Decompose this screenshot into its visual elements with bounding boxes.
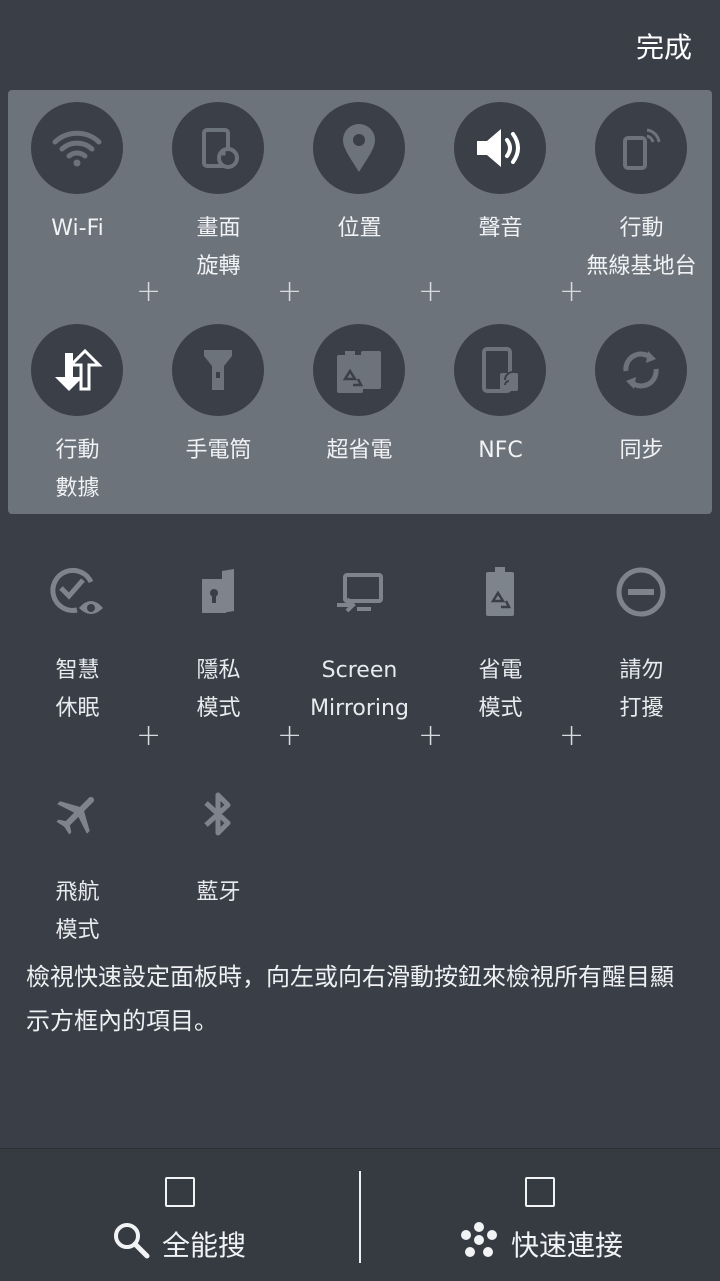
flashlight-icon (172, 324, 264, 416)
plus-icon: + (559, 718, 585, 753)
quick-connect-checkbox[interactable] (525, 1177, 555, 1207)
done-button[interactable]: 完成 (636, 26, 692, 66)
tile-label: Wi-Fi (51, 216, 104, 241)
s-finder-checkbox[interactable] (165, 1177, 195, 1207)
quick-connect-label: 快速連接 (511, 1228, 624, 1262)
volume-icon (454, 102, 546, 194)
tile-label: 行動 數據 (55, 438, 100, 501)
sync-icon (595, 324, 687, 416)
plus-icon: + (277, 274, 303, 309)
plus-icon: + (277, 718, 303, 753)
tile-label: 省電 模式 (478, 658, 523, 721)
power-saving-icon (454, 546, 546, 638)
s-finder-toggle[interactable]: 全能搜 (0, 1149, 359, 1281)
tile-label: 位置 (337, 216, 382, 241)
tile-label: 超省電 (326, 438, 393, 463)
tile-label: 飛航 模式 (55, 880, 100, 943)
plus-icon: + (418, 718, 444, 753)
plus-icon: + (418, 274, 444, 309)
bottom-bar: 全能搜 快速連接 (0, 1148, 720, 1281)
s-finder-label-group: 全能搜 (112, 1221, 246, 1266)
location-icon (313, 102, 405, 194)
mobile-data-icon (31, 324, 123, 416)
tile-label: 聲音 (478, 216, 523, 241)
tile-label: 智慧 休眠 (55, 658, 100, 721)
tile-label: 畫面 旋轉 (196, 216, 241, 279)
tile-label: 手電筒 (185, 438, 252, 463)
s-finder-label: 全能搜 (162, 1228, 247, 1262)
nfc-icon (454, 324, 546, 416)
do-not-disturb-icon (595, 546, 687, 638)
tile-label: 同步 (619, 438, 664, 463)
tile-label: 藍牙 (196, 880, 241, 905)
instruction-text: 檢視快速設定面板時，向左或向右滑動按鈕來檢視所有醒目顯示方框內的項目。 (26, 963, 674, 1035)
tile-label: 行動 無線基地台 (586, 216, 697, 279)
screen-mirroring-icon (313, 546, 405, 638)
tile-label: 請勿 打擾 (619, 658, 664, 721)
bluetooth-icon (172, 768, 264, 860)
tile-label: NFC (478, 438, 523, 463)
wifi-icon (31, 102, 123, 194)
quick-connect-toggle[interactable]: 快速連接 (361, 1149, 720, 1281)
rotate-screen-icon (172, 102, 264, 194)
super-power-saving-icon (313, 324, 405, 416)
plus-icon: + (136, 718, 162, 753)
quick-connect-icon (459, 1221, 499, 1266)
airplane-icon (31, 768, 123, 860)
plus-icon: + (136, 274, 162, 309)
hotspot-icon (595, 102, 687, 194)
private-mode-icon (172, 546, 264, 638)
smart-stay-icon (31, 546, 123, 638)
tile-label: 隱私 模式 (196, 658, 241, 721)
quick-connect-label-group: 快速連接 (459, 1221, 623, 1266)
plus-icon: + (559, 274, 585, 309)
search-icon (112, 1221, 150, 1266)
tile-label: Screen Mirroring (310, 658, 409, 721)
